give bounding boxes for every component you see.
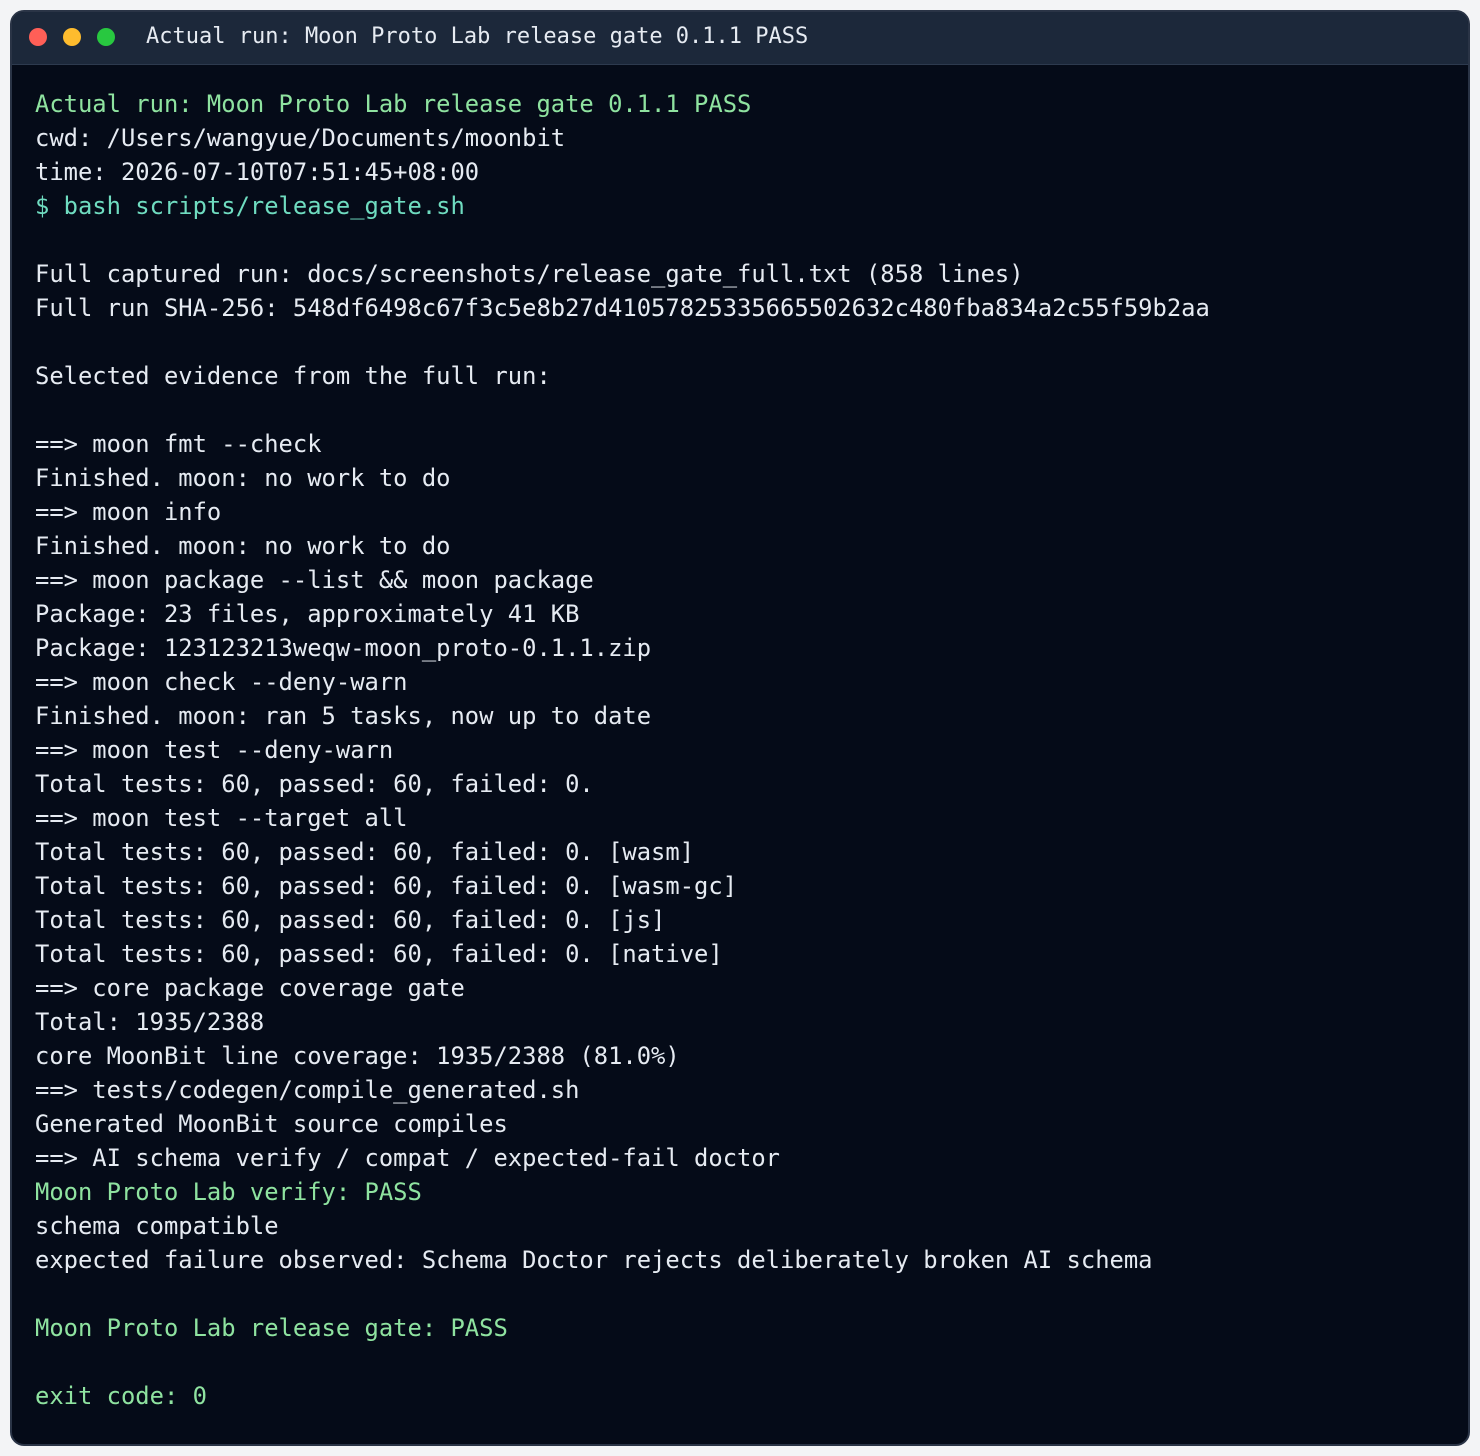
title-bar[interactable]: Actual run: Moon Proto Lab release gate … [12, 12, 1468, 65]
terminal-line: Generated MoonBit source compiles [35, 1110, 508, 1138]
terminal-line: Actual run: Moon Proto Lab release gate … [35, 90, 752, 118]
window-title: Actual run: Moon Proto Lab release gate … [146, 24, 809, 49]
terminal-line: Total tests: 60, passed: 60, failed: 0. [35, 770, 594, 798]
minimize-button[interactable] [63, 28, 81, 46]
terminal-line: Moon Proto Lab verify: PASS [35, 1178, 422, 1206]
zoom-button[interactable] [97, 28, 115, 46]
terminal-line: expected failure observed: Schema Doctor… [35, 1246, 1153, 1274]
terminal-line: ==> moon test --deny-warn [35, 736, 394, 764]
terminal-line: ==> moon check --deny-warn [35, 668, 408, 696]
terminal-line: Package: 123123213weqw-moon_proto-0.1.1.… [35, 634, 652, 662]
terminal-line: Total tests: 60, passed: 60, failed: 0. … [35, 872, 738, 900]
terminal-line: ==> core package coverage gate [35, 974, 465, 1002]
terminal-line: exit code: 0 [35, 1382, 207, 1410]
terminal-line: Total tests: 60, passed: 60, failed: 0. … [35, 906, 666, 934]
terminal-line: Finished. moon: ran 5 tasks, now up to d… [35, 702, 652, 730]
terminal-line: Finished. moon: no work to do [35, 532, 451, 560]
terminal-line: ==> AI schema verify / compat / expected… [35, 1144, 781, 1172]
terminal-line: Total: 1935/2388 [35, 1008, 265, 1036]
terminal-line: time: 2026-07-10T07:51:45+08:00 [35, 158, 480, 186]
close-button[interactable] [29, 28, 47, 46]
terminal-line: Selected evidence from the full run: [35, 362, 551, 390]
terminal-line: Finished. moon: no work to do [35, 464, 451, 492]
terminal-line: ==> moon fmt --check [35, 430, 322, 458]
terminal-line: ==> tests/codegen/compile_generated.sh [35, 1076, 580, 1104]
terminal-line: Full run SHA-256: 548df6498c67f3c5e8b27d… [35, 294, 1210, 322]
terminal-line: schema compatible [35, 1212, 279, 1240]
terminal-line: ==> moon package --list && moon package [35, 566, 594, 594]
terminal-line: Total tests: 60, passed: 60, failed: 0. … [35, 940, 723, 968]
terminal-line: cwd: /Users/wangyue/Documents/moonbit [35, 124, 566, 152]
terminal-line: ==> moon info [35, 498, 222, 526]
terminal-line: Package: 23 files, approximately 41 KB [35, 600, 580, 628]
terminal-line: Moon Proto Lab release gate: PASS [35, 1314, 508, 1342]
terminal-output[interactable]: Actual run: Moon Proto Lab release gate … [35, 87, 1458, 1434]
terminal-line: Total tests: 60, passed: 60, failed: 0. … [35, 838, 695, 866]
terminal-window: Actual run: Moon Proto Lab release gate … [10, 10, 1470, 1446]
terminal-line: ==> moon test --target all [35, 804, 408, 832]
terminal-line: Full captured run: docs/screenshots/rele… [35, 260, 1024, 288]
terminal-line: $ bash scripts/release_gate.sh [35, 192, 465, 220]
terminal-line: core MoonBit line coverage: 1935/2388 (8… [35, 1042, 680, 1070]
